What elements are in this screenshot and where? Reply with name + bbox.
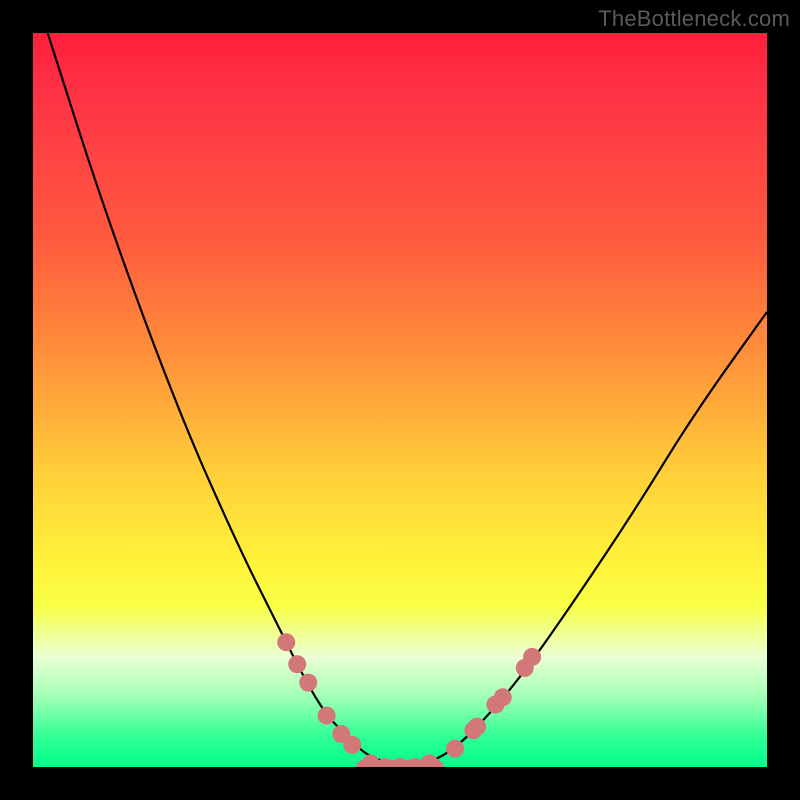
data-point (318, 707, 336, 725)
chart-frame: TheBottleneck.com (0, 0, 800, 800)
data-point (299, 674, 317, 692)
data-point (343, 736, 361, 754)
data-point (446, 740, 464, 758)
chart-svg (33, 33, 767, 767)
watermark-text: TheBottleneck.com (598, 6, 790, 32)
data-point (420, 754, 438, 767)
data-point (468, 718, 486, 736)
data-point (494, 688, 512, 706)
curve-left (48, 33, 400, 767)
data-point (288, 655, 306, 673)
data-point (277, 633, 295, 651)
chart-plot-area (33, 33, 767, 767)
curve-right (400, 312, 767, 767)
data-point (523, 648, 541, 666)
